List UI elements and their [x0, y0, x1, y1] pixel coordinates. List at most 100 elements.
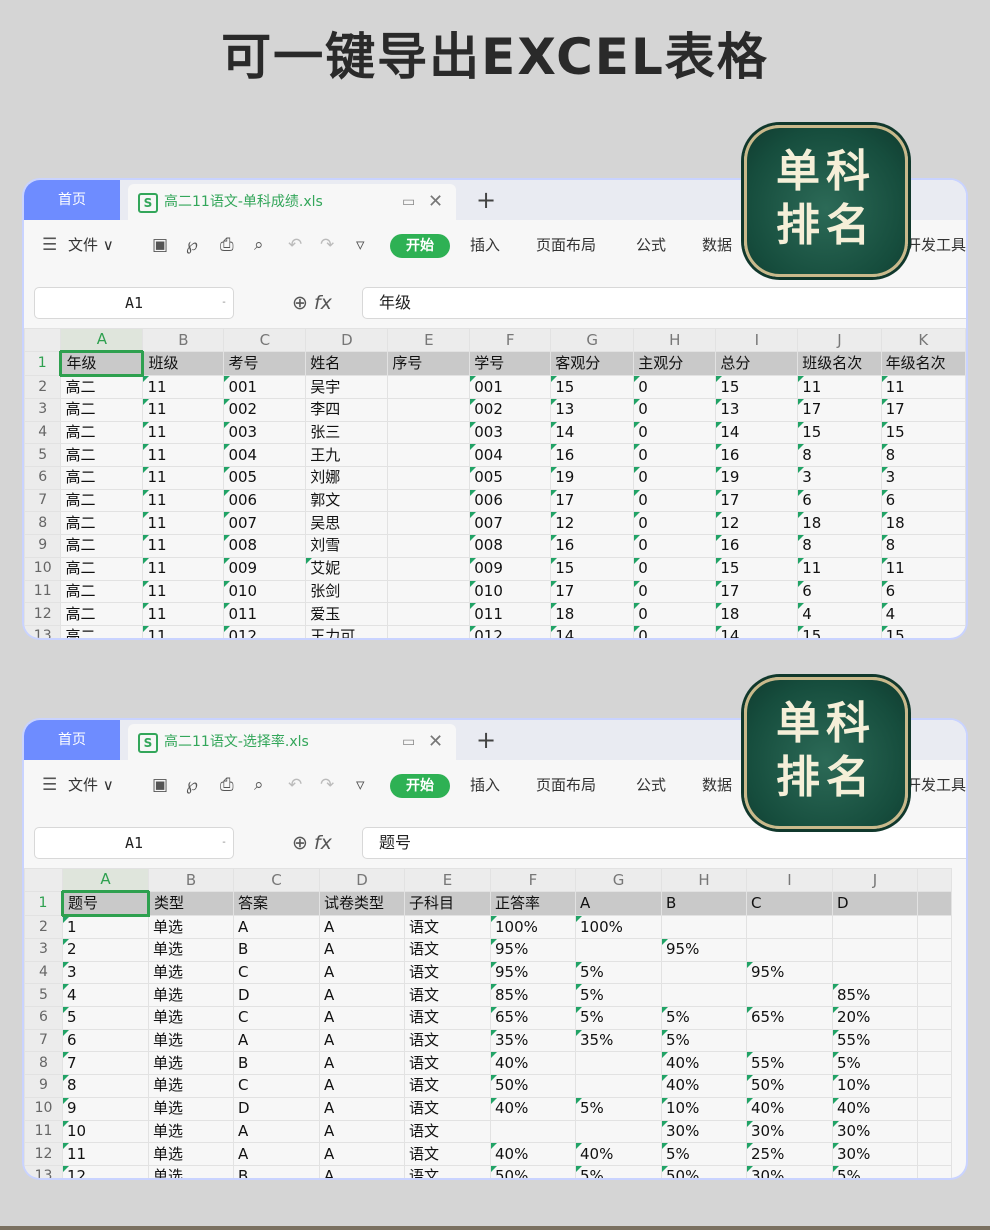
cell[interactable]: 0 — [633, 579, 717, 604]
tab-start[interactable]: 开始 — [390, 234, 450, 258]
cell[interactable]: C — [233, 1074, 320, 1098]
cell[interactable]: 5% — [661, 1028, 747, 1053]
cell[interactable]: 50% — [661, 1164, 747, 1178]
cell[interactable]: 11 — [142, 443, 225, 468]
row-header[interactable]: 10 — [24, 556, 62, 581]
cell[interactable]: 009 — [223, 556, 307, 581]
cell[interactable]: 2 — [62, 938, 149, 962]
cell[interactable] — [917, 1051, 952, 1076]
cell[interactable]: 单选 — [148, 1028, 234, 1053]
cell[interactable] — [917, 1142, 952, 1166]
cell[interactable]: 序号 — [387, 351, 471, 376]
cell[interactable]: 语文 — [404, 1074, 491, 1098]
cell[interactable]: 高二 — [60, 624, 144, 638]
cell[interactable]: 8 — [62, 1074, 149, 1098]
cell[interactable]: 6 — [797, 579, 882, 604]
row-header[interactable]: 1 — [24, 351, 62, 376]
cell[interactable] — [575, 938, 662, 962]
cell[interactable]: 010 — [223, 579, 307, 604]
cell[interactable]: 语文 — [404, 960, 491, 985]
cell[interactable]: 16 — [715, 443, 799, 468]
tab-data[interactable]: 数据 — [702, 760, 732, 810]
cell[interactable]: 19 — [715, 466, 799, 490]
cell[interactable]: 0 — [633, 556, 717, 581]
row-header[interactable]: 6 — [24, 1006, 63, 1030]
cell[interactable]: 17 — [550, 488, 635, 513]
cell[interactable]: 17 — [797, 398, 882, 422]
tab-insert[interactable]: 插入 — [470, 220, 500, 270]
cell[interactable]: 002 — [223, 398, 307, 422]
new-tab-button[interactable]: + — [476, 180, 496, 220]
cell[interactable]: 011 — [469, 602, 552, 626]
tab-page-layout[interactable]: 页面布局 — [536, 760, 596, 810]
cell[interactable]: A — [319, 1006, 405, 1030]
row-header[interactable]: 1 — [24, 891, 63, 916]
cell[interactable] — [387, 398, 471, 422]
column-header[interactable]: C — [233, 868, 320, 892]
cell[interactable]: 单选 — [148, 983, 234, 1008]
cell[interactable]: 语文 — [404, 938, 491, 962]
cell[interactable]: 班级名次 — [797, 351, 882, 376]
file-menu-button[interactable]: 文件 ∨ — [68, 220, 114, 270]
column-header[interactable]: B — [148, 868, 234, 892]
row-header[interactable]: 9 — [24, 1074, 63, 1098]
column-header[interactable]: E — [404, 868, 491, 892]
cell[interactable]: 18 — [880, 511, 966, 536]
cell[interactable]: 14 — [715, 624, 799, 638]
cell[interactable]: 17 — [715, 488, 799, 513]
cell[interactable]: 10 — [62, 1119, 149, 1144]
select-all-corner[interactable] — [24, 868, 63, 892]
cell[interactable]: 20% — [832, 1006, 918, 1030]
cell[interactable]: 0 — [633, 534, 717, 558]
cell[interactable]: 40% — [746, 1096, 833, 1121]
cell[interactable]: 5% — [832, 1164, 918, 1178]
formula-input[interactable]: 题号 — [362, 827, 966, 859]
cell[interactable]: 11 — [142, 579, 225, 604]
row-header[interactable]: 8 — [24, 511, 62, 536]
function-icon[interactable]: fx — [314, 292, 332, 314]
cell[interactable]: B — [233, 1051, 320, 1076]
row-header[interactable]: 9 — [24, 534, 62, 558]
column-header[interactable]: G — [550, 328, 635, 352]
column-header[interactable]: H — [661, 868, 747, 892]
cell[interactable]: A — [233, 1119, 320, 1144]
cell[interactable]: 19 — [550, 466, 635, 490]
cell[interactable]: 11 — [142, 534, 225, 558]
cell[interactable]: 子科目 — [404, 891, 491, 916]
save-icon[interactable]: ▣ — [152, 220, 168, 270]
cell[interactable]: A — [319, 1051, 405, 1076]
sheet-grid[interactable]: ABCDEFGHIJ 1 题号 类型 答案 试卷类型 子科目 正答率 A B C D 2 1 单选 A A 语文… — [24, 868, 952, 1178]
column-header[interactable]: F — [469, 328, 552, 352]
cell[interactable]: 单选 — [148, 1142, 234, 1166]
cell[interactable]: 13 — [550, 398, 635, 422]
cell[interactable]: 11 — [62, 1142, 149, 1166]
tab-insert[interactable]: 插入 — [470, 760, 500, 810]
cell[interactable]: 高二 — [60, 511, 144, 536]
cell[interactable]: A — [233, 1142, 320, 1166]
cell[interactable]: 8 — [797, 443, 882, 468]
cell[interactable]: A — [319, 983, 405, 1008]
cell[interactable] — [575, 1074, 662, 1098]
cell[interactable]: 6 — [797, 488, 882, 513]
cell[interactable]: 11 — [142, 466, 225, 490]
tab-page-layout[interactable]: 页面布局 — [536, 220, 596, 270]
cell[interactable]: C — [746, 891, 833, 916]
file-menu-button[interactable]: 文件 ∨ — [68, 760, 114, 810]
cell[interactable]: 语文 — [404, 1006, 491, 1030]
cell[interactable]: 吴宇 — [305, 375, 389, 399]
tab-home[interactable]: 首页 — [24, 720, 120, 760]
restore-window-icon[interactable]: ▭ — [402, 184, 415, 220]
cell[interactable]: 12 — [550, 511, 635, 536]
new-tab-button[interactable]: + — [476, 720, 496, 760]
cell[interactable] — [917, 915, 952, 939]
cell[interactable]: 艾妮 — [305, 556, 389, 581]
cell[interactable]: 张剑 — [305, 579, 389, 604]
cell[interactable]: 单选 — [148, 1006, 234, 1030]
cell[interactable] — [832, 938, 918, 962]
cell[interactable]: 35% — [575, 1028, 662, 1053]
column-header[interactable]: J — [832, 868, 918, 892]
cell[interactable]: 0 — [633, 602, 717, 626]
cell[interactable]: 姓名 — [305, 351, 389, 376]
row-header[interactable]: 7 — [24, 488, 62, 513]
cell[interactable]: 高二 — [60, 443, 144, 468]
